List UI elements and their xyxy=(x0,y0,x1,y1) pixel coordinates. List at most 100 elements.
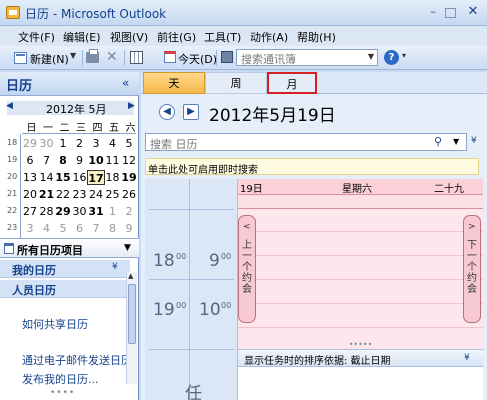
mini-calendar-day[interactable]: 4 xyxy=(104,136,122,151)
menu-edit[interactable]: 编辑(E) xyxy=(63,29,101,45)
day-header[interactable]: 19日 星期六 二十九 xyxy=(238,179,483,195)
mini-calendar-day[interactable]: 30 xyxy=(71,204,89,219)
today-icon[interactable] xyxy=(164,51,176,63)
link-publish-calendar[interactable]: 发布我的日历... xyxy=(22,371,99,387)
chevron-down-icon[interactable]: ▼ xyxy=(124,243,131,253)
menu-tools[interactable]: 工具(T) xyxy=(204,29,241,45)
mini-calendar-day[interactable]: 7 xyxy=(87,221,105,236)
mini-calendar-day[interactable]: 23 xyxy=(71,187,89,202)
menu-file[interactable]: 文件(F) xyxy=(18,29,55,45)
resize-grip[interactable]: ••••• xyxy=(238,340,483,349)
mini-calendar-day[interactable]: 28 xyxy=(38,204,56,219)
next-day-icon[interactable]: ▶ xyxy=(183,104,199,120)
expand-search-icon[interactable]: ¥ xyxy=(471,136,477,146)
address-book-icon[interactable] xyxy=(221,51,233,63)
menu-actions[interactable]: 动作(A) xyxy=(250,29,288,45)
mini-calendar-day[interactable]: 6 xyxy=(71,221,89,236)
new-icon[interactable] xyxy=(14,52,27,64)
instant-search-bar[interactable]: 单击此处可启用即时搜索 xyxy=(145,158,479,176)
mini-calendar-day[interactable]: 12 xyxy=(120,153,138,168)
mini-calendar-day[interactable]: 15 xyxy=(54,170,72,185)
mini-calendar-day[interactable]: 6 xyxy=(21,153,39,168)
maximize-button[interactable] xyxy=(445,8,456,18)
mini-calendar-day[interactable]: 3 xyxy=(87,136,105,151)
chevron-down-icon[interactable]: ▼ xyxy=(368,52,374,61)
chevron-down-icon[interactable]: ▼ xyxy=(453,137,459,146)
toolbar-options-icon[interactable]: ▾ xyxy=(402,51,406,67)
collapse-pane-icon[interactable]: « xyxy=(122,76,129,90)
mini-calendar-day[interactable]: 8 xyxy=(104,221,122,236)
mini-calendar-day[interactable]: 9 xyxy=(120,221,138,236)
mini-calendar-day[interactable]: 7 xyxy=(38,153,56,168)
mini-calendar-day[interactable]: 26 xyxy=(120,187,138,202)
mini-calendar-day[interactable]: 29 xyxy=(54,204,72,219)
chevron-double-down-icon[interactable]: ¥ xyxy=(464,353,470,363)
mini-calendar-day[interactable]: 1 xyxy=(104,204,122,219)
new-dropdown-icon[interactable]: ▼ xyxy=(70,51,76,67)
delete-icon[interactable]: ✕ xyxy=(106,49,118,65)
task-list-header[interactable]: 显示任务时的排序依据: 截止日期 ¥ xyxy=(238,349,483,367)
nav-scrollbar[interactable]: ▲ xyxy=(126,272,137,384)
mini-calendar-day[interactable]: 22 xyxy=(54,187,72,202)
search-calendar-input[interactable]: 搜索 日历 ⚲ ▼ xyxy=(145,133,467,151)
mini-calendar-day[interactable]: 17 xyxy=(87,170,105,185)
menu-go[interactable]: 前往(G) xyxy=(157,29,196,45)
group-people-calendars[interactable]: 人员日历 xyxy=(0,280,130,298)
mini-calendar-day[interactable]: 9 xyxy=(71,153,89,168)
mini-calendar-day[interactable]: 31 xyxy=(87,204,105,219)
mini-calendar-day[interactable]: 20 xyxy=(21,187,39,202)
scroll-up-icon[interactable]: ▲ xyxy=(128,272,133,280)
mini-calendar-day[interactable]: 13 xyxy=(21,170,39,185)
task-list-area[interactable] xyxy=(238,367,483,400)
mini-calendar-day[interactable]: 1 xyxy=(54,136,72,151)
previous-day-icon[interactable]: ◀ xyxy=(159,104,175,120)
week-number[interactable]: 19 xyxy=(7,155,19,164)
search-icon[interactable]: ⚲ xyxy=(434,135,442,148)
tab-week[interactable]: 周 xyxy=(205,72,267,94)
mini-calendar-day[interactable]: 3 xyxy=(21,221,39,236)
print-icon[interactable] xyxy=(86,49,99,63)
mini-calendar-day[interactable]: 30 xyxy=(38,136,56,151)
menu-help[interactable]: 帮助(H) xyxy=(297,29,336,45)
mini-calendar-day[interactable]: 5 xyxy=(120,136,138,151)
tab-month[interactable]: 月 xyxy=(267,72,317,94)
mini-calendar-day[interactable]: 27 xyxy=(21,204,39,219)
mini-calendar-day[interactable]: 10 xyxy=(87,153,105,168)
mini-calendar-day[interactable]: 11 xyxy=(104,153,122,168)
mini-calendar-day[interactable]: 21 xyxy=(38,187,56,202)
resize-grip[interactable]: •••• xyxy=(50,388,75,398)
mini-calendar-day[interactable]: 4 xyxy=(38,221,56,236)
search-contacts-input[interactable]: 搜索通讯簿 ▼ xyxy=(236,49,378,66)
mini-calendar-day[interactable]: 2 xyxy=(71,136,89,151)
minimize-button[interactable]: – xyxy=(426,4,440,20)
mini-calendar-day[interactable]: 2 xyxy=(120,204,138,219)
link-email-calendar[interactable]: 通过电子邮件发送日历 xyxy=(22,352,132,368)
mini-calendar-day[interactable]: 16 xyxy=(71,170,89,185)
all-day-event-area[interactable] xyxy=(238,195,483,209)
all-calendar-items-selector[interactable]: 所有日历项目 ▼ xyxy=(0,238,139,258)
scrollbar-thumb[interactable] xyxy=(128,284,136,344)
mini-calendar-day[interactable]: 25 xyxy=(104,187,122,202)
week-number[interactable]: 23 xyxy=(7,223,19,232)
week-number[interactable]: 22 xyxy=(7,206,19,215)
tab-day[interactable]: 天 xyxy=(143,72,205,94)
mini-calendar-day[interactable]: 19 xyxy=(120,170,138,185)
next-appointment-button[interactable]: > 下一个约会 xyxy=(463,215,481,323)
week-number[interactable]: 20 xyxy=(7,172,19,181)
mini-calendar-day[interactable]: 24 xyxy=(87,187,105,202)
view-grid-icon[interactable] xyxy=(130,51,143,64)
mini-calendar-day[interactable]: 29 xyxy=(21,136,39,151)
link-share-calendar[interactable]: 如何共享日历 xyxy=(22,316,88,332)
menu-view[interactable]: 视图(V) xyxy=(110,29,148,45)
week-number[interactable]: 18 xyxy=(7,138,19,147)
next-month-icon[interactable]: ▶ xyxy=(128,101,135,111)
mini-calendar-day[interactable]: 5 xyxy=(54,221,72,236)
chevron-double-down-icon[interactable]: ¥ xyxy=(112,262,118,272)
mini-calendar-day[interactable]: 18 xyxy=(104,170,122,185)
previous-appointment-button[interactable]: < 上一个约会 xyxy=(238,215,256,323)
today-button[interactable]: 今天(D) xyxy=(178,51,217,67)
group-my-calendars[interactable]: 我的日历 ¥ xyxy=(0,260,130,278)
week-number[interactable]: 21 xyxy=(7,189,19,198)
new-button[interactable]: 新建(N) xyxy=(30,51,69,67)
previous-month-icon[interactable]: ◀ xyxy=(6,101,13,111)
